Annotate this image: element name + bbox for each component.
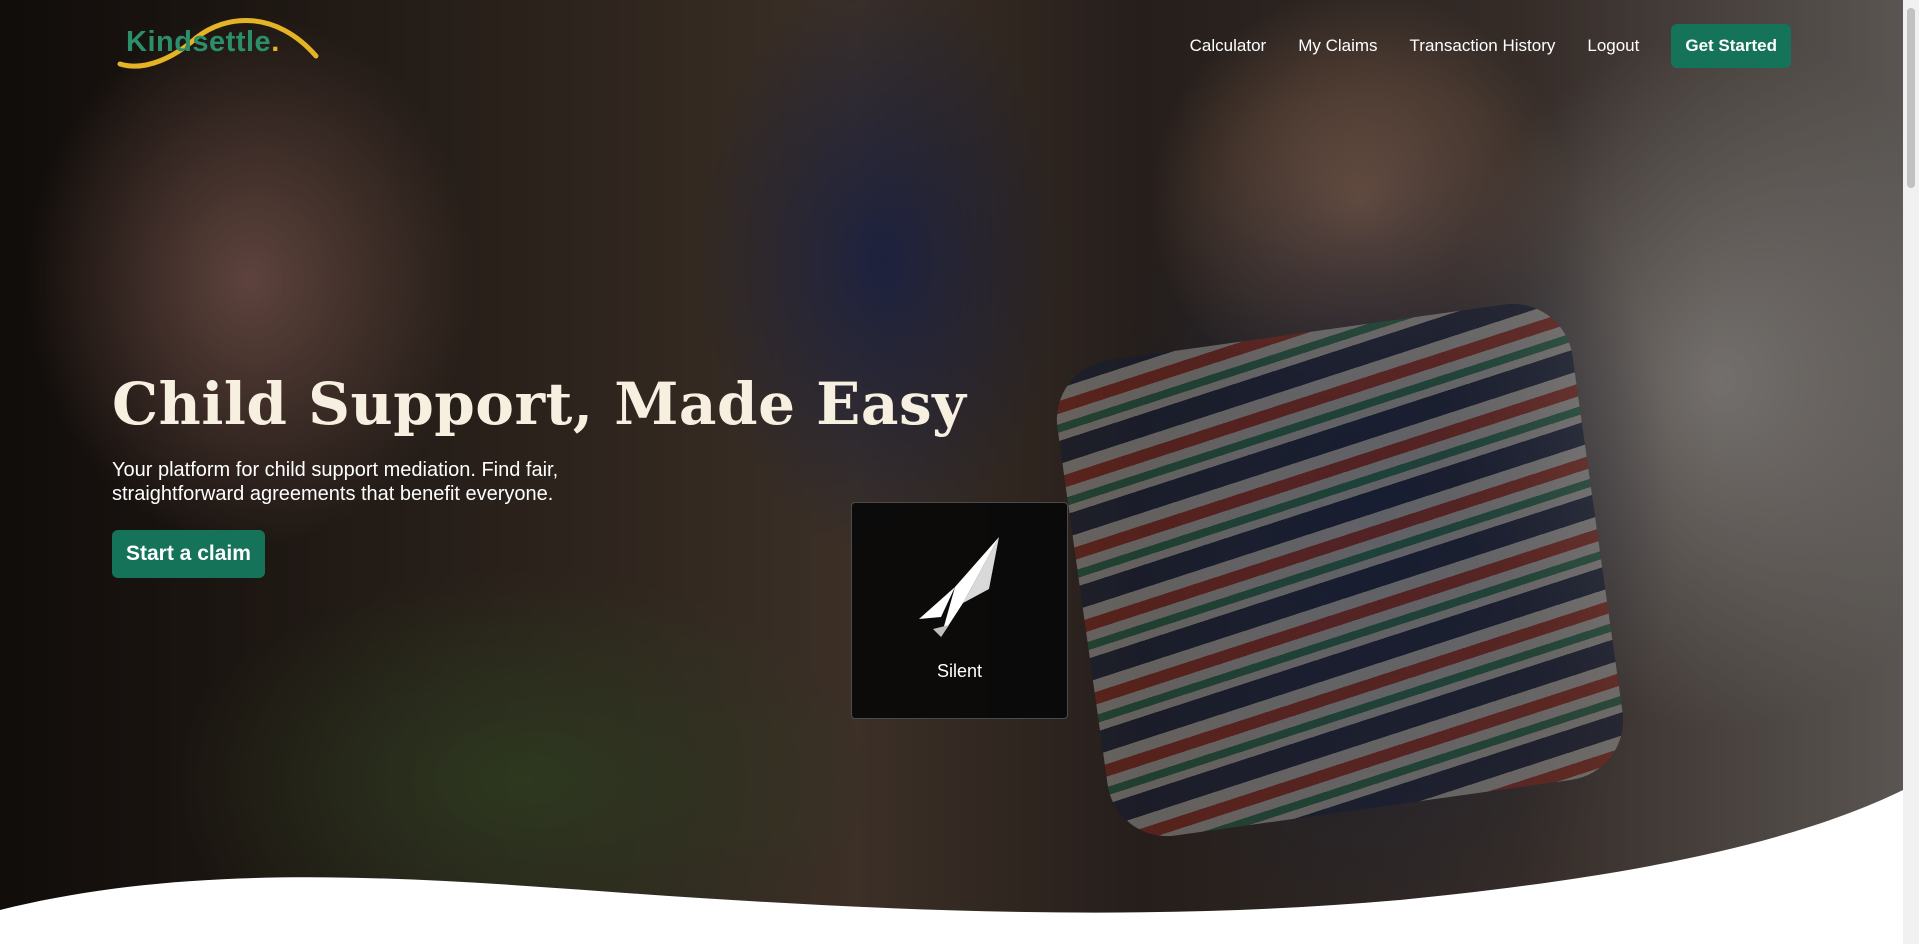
hero-wave-divider: [0, 790, 1903, 944]
nav-calculator[interactable]: Calculator: [1190, 36, 1267, 56]
nav-transaction-history[interactable]: Transaction History: [1410, 36, 1556, 56]
hero-subtitle: Your platform for child support mediatio…: [112, 459, 559, 505]
overlay-label: Silent: [936, 661, 983, 681]
start-claim-button[interactable]: Start a claim: [112, 530, 265, 578]
page-scrollbar[interactable]: [1903, 0, 1919, 944]
silent-bird-icon: [919, 537, 999, 637]
get-started-button[interactable]: Get Started: [1671, 24, 1791, 68]
main-nav: Calculator My Claims Transaction History…: [1158, 24, 1791, 68]
hero-title: Child Support, Made Easy: [112, 370, 967, 438]
nav-my-claims[interactable]: My Claims: [1298, 36, 1377, 56]
brand-name: Kindsettle.: [126, 26, 280, 58]
hero-photo-detail: [1049, 296, 1631, 844]
brand-logo[interactable]: Kindsettle.: [116, 16, 322, 72]
silent-overlay[interactable]: Silent: [851, 502, 1068, 719]
nav-logout[interactable]: Logout: [1587, 36, 1639, 56]
scrollbar-thumb[interactable]: [1907, 8, 1915, 188]
